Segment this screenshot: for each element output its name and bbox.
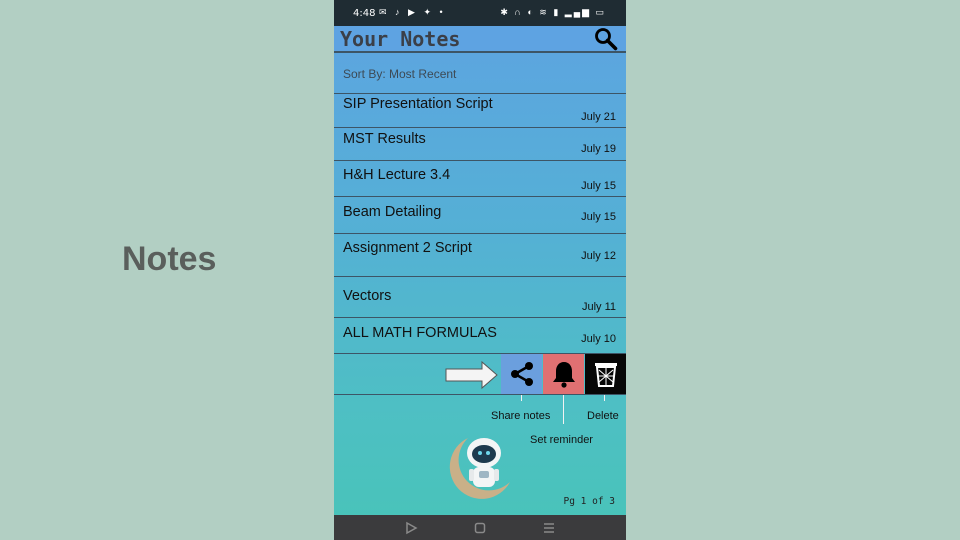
- note-item[interactable]: Assignment 2 Script July 12: [334, 234, 626, 277]
- note-item[interactable]: ALL MATH FORMULAS July 10: [334, 318, 626, 354]
- sort-label: Sort By: Most Recent: [343, 67, 457, 81]
- page-title: Your Notes: [340, 27, 461, 51]
- page-indicator: Pg 1 of 3: [563, 496, 615, 507]
- note-title: Vectors: [343, 288, 392, 304]
- arrow-right-icon: [445, 360, 498, 390]
- note-title: ALL MATH FORMULAS: [343, 325, 497, 341]
- home-icon[interactable]: [473, 521, 487, 535]
- note-date: July 19: [581, 143, 616, 155]
- trash-icon: [595, 363, 617, 387]
- note-date: July 21: [581, 111, 616, 123]
- search-icon[interactable]: [594, 27, 618, 51]
- swipe-action-row[interactable]: [334, 354, 626, 395]
- astronaut-mascot-logo: [449, 438, 510, 499]
- share-caption: Share notes: [491, 410, 551, 422]
- note-item[interactable]: Beam Detailing July 15: [334, 197, 626, 234]
- app-header: Your Notes: [334, 26, 626, 53]
- note-title: Assignment 2 Script: [343, 240, 472, 256]
- status-time: 4:48: [353, 8, 376, 19]
- reminder-caption: Set reminder: [530, 434, 593, 446]
- note-item[interactable]: MST Results July 19: [334, 128, 626, 161]
- note-item[interactable]: Vectors July 11: [334, 277, 626, 318]
- phone-screen: 4:48 ✉ ♪ ▶ ✦ • ✱ ∩ ◐ ≋ ▮ ▂▄▆ ▭ Your Note…: [334, 0, 626, 540]
- android-nav-bar: [334, 515, 626, 540]
- note-title: Beam Detailing: [343, 204, 442, 220]
- slide-title: Notes: [122, 240, 217, 278]
- share-icon: [511, 362, 533, 386]
- share-button[interactable]: [501, 354, 542, 394]
- back-icon[interactable]: [404, 521, 418, 535]
- status-bar: 4:48 ✉ ♪ ▶ ✦ • ✱ ∩ ◐ ≋ ▮ ▂▄▆ ▭: [334, 0, 626, 26]
- note-title: SIP Presentation Script: [343, 96, 493, 112]
- note-item[interactable]: H&H Lecture 3.4 July 15: [334, 161, 626, 197]
- share-callout-line: [521, 395, 522, 401]
- reminder-callout-line: [563, 395, 564, 424]
- note-title: MST Results: [343, 131, 426, 147]
- bell-icon: [553, 362, 575, 388]
- recents-icon[interactable]: [542, 521, 556, 535]
- note-title: H&H Lecture 3.4: [343, 167, 451, 183]
- note-date: July 10: [581, 333, 616, 345]
- notification-icons: ✉ ♪ ▶ ✦ •: [379, 7, 446, 17]
- set-reminder-button[interactable]: [543, 354, 584, 394]
- note-date: July 15: [581, 211, 616, 223]
- note-item[interactable]: SIP Presentation Script July 21: [334, 94, 626, 128]
- note-date: July 12: [581, 250, 616, 262]
- sort-selector[interactable]: Sort By: Most Recent: [334, 55, 626, 94]
- note-date: July 11: [581, 301, 616, 313]
- delete-callout-line: [604, 395, 605, 401]
- delete-button[interactable]: [585, 354, 626, 394]
- note-date: July 15: [581, 180, 616, 192]
- delete-caption: Delete: [587, 410, 619, 422]
- system-status-icons: ✱ ∩ ◐ ≋ ▮ ▂▄▆ ▭: [500, 7, 606, 17]
